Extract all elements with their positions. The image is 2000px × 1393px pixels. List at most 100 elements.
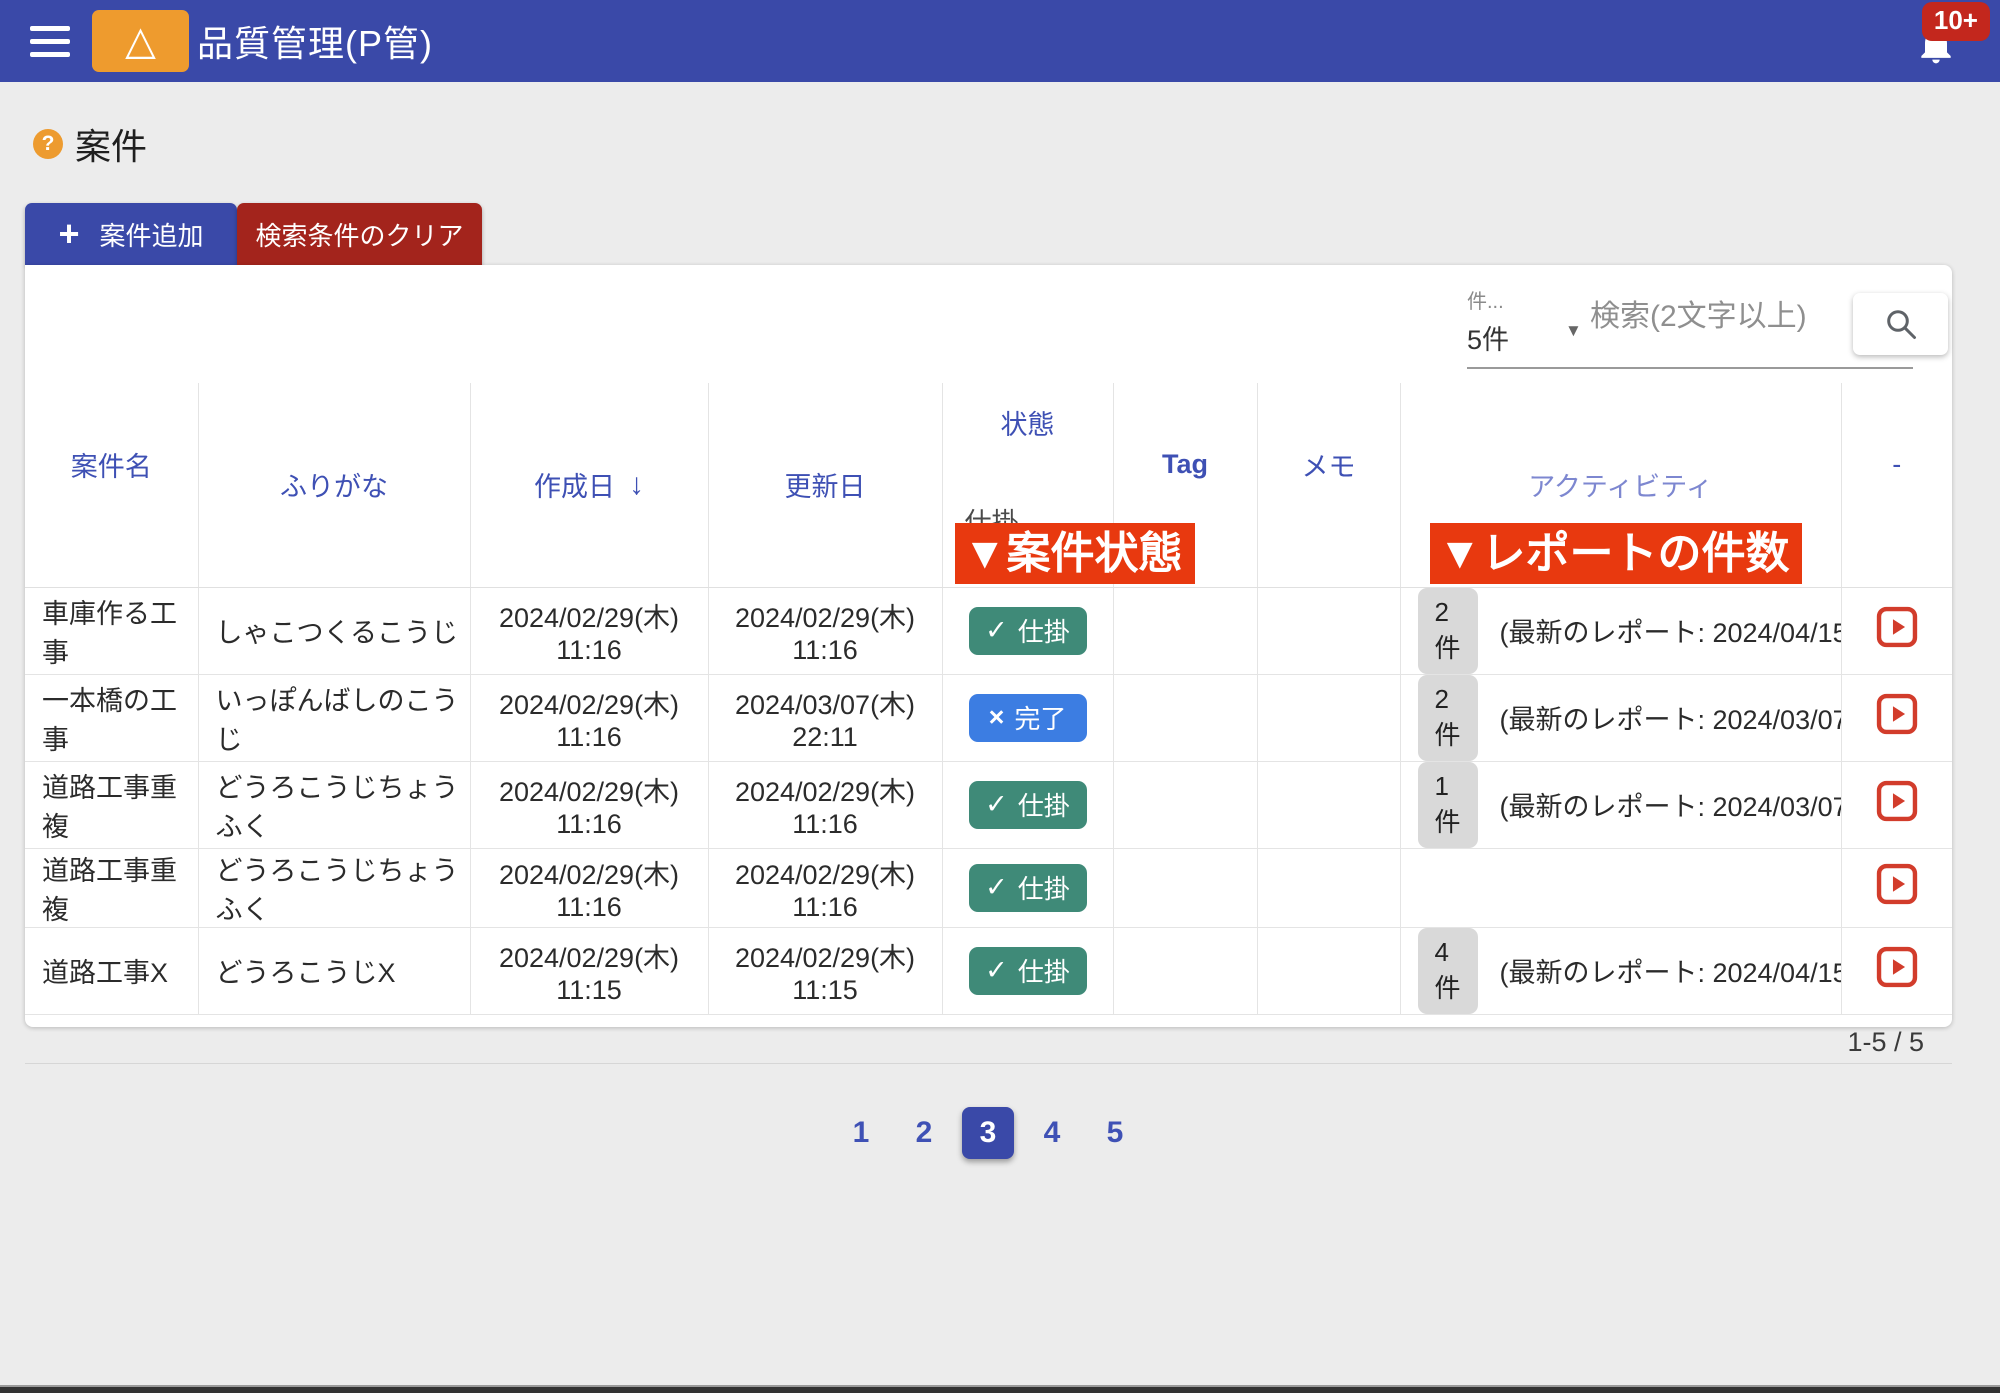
status-chip-label: 仕掛 [1018, 786, 1070, 823]
cell-updated: 2024/02/29(木) 11:15 [708, 927, 942, 1014]
cell-memo [1257, 761, 1400, 848]
latest-report-note: (最新のレポート: 2024/04/15 ) [1500, 951, 1842, 990]
status-chip-label: 仕掛 [1018, 612, 1070, 649]
status-chip: ✓仕掛 [969, 607, 1087, 655]
search-row: 件... 5件 ▼ [25, 265, 1952, 383]
cell-case-name: 道路工事重複 [25, 848, 198, 927]
report-count-chip: 4件 [1418, 928, 1478, 1014]
open-case-button[interactable] [1875, 692, 1919, 736]
cell-kana: どうろこうじちょうふく [198, 761, 470, 848]
column-header-created-label: 作成日 [534, 465, 615, 504]
status-chip-label: 完了 [1014, 699, 1066, 736]
cell-updated: 2024/02/29(木) 11:16 [708, 761, 942, 848]
case-table-card: 件... 5件 ▼ 案件名 ふりがな 作成日 ↓ [25, 265, 1952, 1027]
page-button-5[interactable]: 5 [1090, 1107, 1140, 1159]
table-row: 道路工事重複どうろこうじちょうふく2024/02/29(木) 11:162024… [25, 848, 1952, 927]
cell-created: 2024/02/29(木) 11:16 [470, 848, 708, 927]
annotation-report-count: ▼レポートの件数 [1430, 523, 1802, 584]
search-button[interactable] [1853, 293, 1948, 355]
cell-memo [1257, 674, 1400, 761]
menu-icon[interactable] [0, 0, 64, 82]
cell-activity: 2件 (最新のレポート: 2024/03/07 ) [1400, 674, 1841, 761]
open-case-button[interactable] [1875, 605, 1919, 649]
column-header-actions: - [1841, 383, 1952, 587]
cell-activity: 4件 (最新のレポート: 2024/04/15 ) [1400, 927, 1841, 1014]
cell-actions [1841, 761, 1952, 848]
check-icon: ✓ [985, 791, 1008, 818]
column-header-updated[interactable]: 更新日 [708, 383, 942, 587]
cell-actions [1841, 674, 1952, 761]
cell-activity: 1件(最新のレポート: 2024/03/07 ) [1400, 761, 1841, 848]
page-button-2[interactable]: 2 [899, 1107, 949, 1159]
column-header-kana[interactable]: ふりがな [198, 383, 470, 587]
open-case-button[interactable] [1875, 945, 1919, 989]
cell-case-name: 車庫作る工事 [25, 587, 198, 674]
close-icon: × [989, 704, 1005, 731]
activity-content: 2件 (最新のレポート: 2024/04/15 ) [1401, 588, 1841, 674]
play-icon [1875, 605, 1919, 649]
cell-updated: 2024/03/07(木) 22:11 [708, 674, 942, 761]
play-icon [1875, 945, 1919, 989]
status-chip: ✓仕掛 [969, 864, 1087, 912]
toolbar: + 案件追加 検索条件のクリア [25, 203, 482, 265]
search-icon [1883, 306, 1919, 342]
latest-report-note: (最新のレポート: 2024/03/07 ) [1500, 698, 1842, 737]
notification-badge: 10+ [1922, 2, 1990, 41]
status-chip-label: 仕掛 [1018, 952, 1070, 989]
cell-created: 2024/02/29(木) 11:16 [470, 674, 708, 761]
page-button-3[interactable]: 3 [962, 1107, 1014, 1159]
cell-case-name: 道路工事重複 [25, 761, 198, 848]
cell-status: ✓仕掛 [942, 587, 1113, 674]
case-table: 案件名 ふりがな 作成日 ↓ 更新日 状態 仕掛 Tag メモ アクティビティ … [25, 383, 1952, 1015]
help-icon[interactable]: ? [33, 129, 63, 159]
status-chip-label: 仕掛 [1018, 869, 1070, 906]
cell-tag [1113, 848, 1257, 927]
column-header-created[interactable]: 作成日 ↓ [470, 383, 708, 587]
search-input[interactable] [1590, 289, 1850, 345]
sort-desc-icon: ↓ [629, 468, 644, 502]
page-button-1[interactable]: 1 [836, 1107, 886, 1159]
cell-status: ✓仕掛 [942, 927, 1113, 1014]
cell-status: ✓仕掛 [942, 848, 1113, 927]
table-row: 車庫作る工事しゃこつくるこうじ2024/02/29(木) 11:162024/0… [25, 587, 1952, 674]
cell-memo [1257, 927, 1400, 1014]
notifications-button[interactable]: 10+ [1906, 14, 1966, 74]
per-page-label: 件... [1467, 285, 1509, 314]
report-count-chip: 2件 [1418, 675, 1478, 761]
bottom-bar [0, 1385, 2000, 1393]
triangle-icon: △ [125, 21, 156, 61]
activity-content: 2件 (最新のレポート: 2024/03/07 ) [1401, 675, 1841, 761]
cell-kana: どうろこうじX [198, 927, 470, 1014]
cell-kana: どうろこうじちょうふく [198, 848, 470, 927]
play-icon [1875, 692, 1919, 736]
table-row: 一本橋の工事いっぽんばしのこうじ2024/02/29(木) 11:162024/… [25, 674, 1952, 761]
status-chip: ✓仕掛 [969, 947, 1087, 995]
column-header-memo[interactable]: メモ [1257, 383, 1400, 587]
cell-status: ✓ 仕掛 [942, 761, 1113, 848]
cell-updated: 2024/02/29(木) 11:16 [708, 587, 942, 674]
per-page-select[interactable]: 件... 5件 ▼ [1467, 285, 1509, 357]
cell-status: × 完了 [942, 674, 1113, 761]
status-chip: ✓ 仕掛 [969, 781, 1087, 829]
add-case-button[interactable]: + 案件追加 [25, 203, 237, 265]
cell-created: 2024/02/29(木) 11:16 [470, 587, 708, 674]
cell-memo [1257, 848, 1400, 927]
cell-kana: しゃこつくるこうじ [198, 587, 470, 674]
cell-memo [1257, 587, 1400, 674]
report-count-chip: 2件 [1418, 588, 1478, 674]
open-case-button[interactable] [1875, 862, 1919, 906]
cell-tag [1113, 927, 1257, 1014]
clear-search-button[interactable]: 検索条件のクリア [237, 203, 482, 265]
latest-report-note: (最新のレポート: 2024/03/07 ) [1500, 785, 1842, 824]
latest-report-note: (最新のレポート: 2024/04/15 ) [1500, 611, 1842, 650]
column-header-name[interactable]: 案件名 [25, 383, 198, 587]
open-case-button[interactable] [1875, 779, 1919, 823]
annotation-case-status: ▼案件状態 [955, 523, 1195, 584]
cell-actions [1841, 587, 1952, 674]
page-button-4[interactable]: 4 [1027, 1107, 1077, 1159]
activity-content: 4件 (最新のレポート: 2024/04/15 ) [1401, 928, 1841, 1014]
column-header-status-label: 状態 [1001, 410, 1055, 440]
pagination: 12345 [0, 1107, 1976, 1159]
page-head: ? 案件 [33, 118, 147, 170]
plus-icon: + [58, 216, 79, 252]
